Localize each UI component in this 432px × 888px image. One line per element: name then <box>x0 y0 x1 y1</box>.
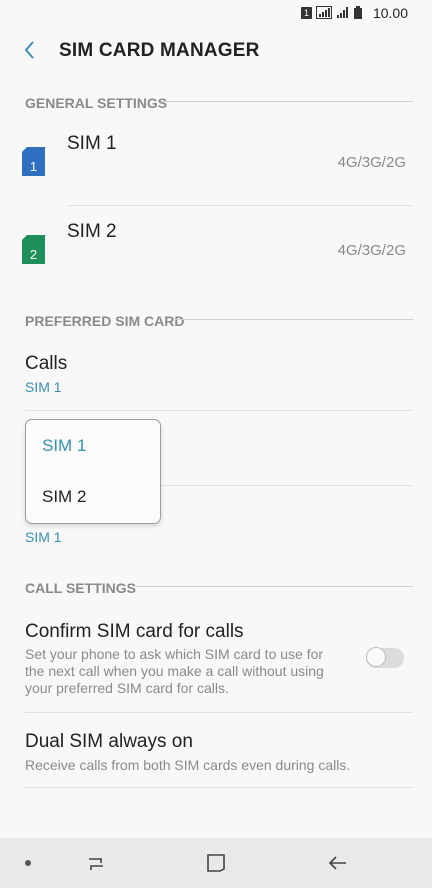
section-divider <box>135 586 413 587</box>
chevron-left-icon[interactable] <box>18 38 42 62</box>
popup-option-sim1[interactable]: SIM 1 <box>42 436 86 456</box>
dual-sim-description: Receive calls from both SIM cards even d… <box>25 757 351 773</box>
confirm-sim-description: Set your phone to ask which SIM card to … <box>25 646 360 697</box>
section-divider <box>161 101 413 102</box>
confirm-sim-title: Confirm SIM card for calls <box>25 621 244 642</box>
popup-option-sim2[interactable]: SIM 2 <box>42 487 86 507</box>
svg-text:2: 2 <box>30 247 37 262</box>
sim-name: SIM 2 <box>67 221 117 242</box>
signal-sim2-icon <box>337 7 348 18</box>
signal-sim1-icon <box>316 6 332 19</box>
status-bar: 1 10.00 <box>0 0 432 26</box>
toggle-knob <box>366 647 386 667</box>
calls-value: SIM 1 <box>25 379 62 395</box>
back-arrow-icon[interactable] <box>327 852 349 874</box>
navigation-bar <box>0 838 432 888</box>
description-line: Set your phone to ask which SIM card to … <box>25 646 324 662</box>
setting-value: SIM 1 <box>25 529 62 545</box>
section-divider <box>175 319 413 320</box>
page-title: SIM CARD MANAGER <box>59 40 260 61</box>
list-divider <box>25 787 413 788</box>
description-line: your preferred SIM card for calls. <box>25 680 229 696</box>
section-heading-preferred: PREFERRED SIM CARD <box>25 313 185 329</box>
confirm-sim-toggle[interactable] <box>366 647 404 668</box>
sim-network-type: 4G/3G/2G <box>337 242 406 259</box>
app-bar: SIM CARD MANAGER <box>0 26 432 76</box>
section-heading-call-settings: CALL SETTINGS <box>25 580 136 596</box>
calls-title: Calls <box>25 353 68 374</box>
status-time: 10.00 <box>372 5 408 21</box>
list-divider <box>25 410 413 411</box>
calls-setting[interactable]: Calls SIM 1 <box>0 340 432 410</box>
sim-selection-popup: SIM 1 SIM 2 <box>25 419 161 524</box>
dual-sim-setting[interactable]: Dual SIM always on Receive calls from bo… <box>0 713 432 787</box>
description-line: the next call when you make a call witho… <box>25 663 324 679</box>
sim-card-2-icon: 2 <box>22 235 45 264</box>
sim-name: SIM 1 <box>67 133 117 154</box>
sim-card-1-icon: 1 <box>22 147 45 176</box>
recent-apps-icon[interactable] <box>85 852 107 874</box>
sim-indicator-icon: 1 <box>301 6 312 19</box>
dual-sim-title: Dual SIM always on <box>25 731 193 752</box>
status-icons: 1 <box>301 6 362 19</box>
section-heading-general: GENERAL SETTINGS <box>25 95 168 111</box>
battery-icon <box>354 6 362 19</box>
sim-network-type: 4G/3G/2G <box>337 154 406 171</box>
confirm-sim-setting[interactable]: Confirm SIM card for calls Set your phon… <box>0 610 432 712</box>
sim-row-1[interactable]: 1 SIM 1 4G/3G/2G <box>0 118 432 206</box>
sim-row-2[interactable]: 2 SIM 2 4G/3G/2G <box>0 206 432 294</box>
home-icon[interactable] <box>205 852 227 874</box>
svg-text:1: 1 <box>30 159 37 174</box>
nav-dot-icon[interactable] <box>25 860 31 866</box>
